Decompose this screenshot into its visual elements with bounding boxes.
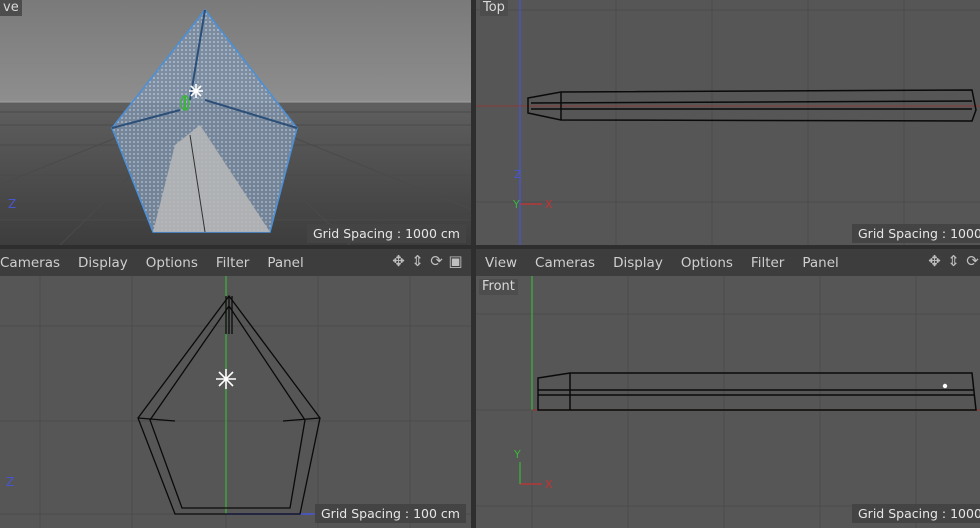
view-axis-gizmo-front: X Y <box>513 448 553 491</box>
x-axis-label: X <box>545 198 553 211</box>
grid-spacing-perspective: Grid Spacing : 1000 cm <box>307 224 466 243</box>
z-axis-label: Z <box>6 475 14 489</box>
menu-filter[interactable]: Filter <box>751 255 784 271</box>
viewport-label-perspective: ve <box>0 0 22 16</box>
top-scene: X Y Z <box>476 0 980 245</box>
viewport-label-top: Top <box>480 0 508 16</box>
zoom-view-icon[interactable]: ⇕ <box>945 253 962 270</box>
menu-panel[interactable]: Panel <box>802 255 838 271</box>
zoom-view-icon[interactable]: ⇕ <box>409 253 426 270</box>
grid-spacing-right: Grid Spacing : 100 cm <box>315 504 466 523</box>
right-scene: Z <box>0 276 471 528</box>
move-view-icon[interactable]: ✥ <box>926 253 943 270</box>
y-axis-label: Y <box>513 448 521 461</box>
y-axis-label: Y <box>512 198 520 211</box>
move-view-icon[interactable]: ✥ <box>390 253 407 270</box>
menu-options[interactable]: Options <box>681 255 733 271</box>
viewport-label-front: Front <box>479 279 518 295</box>
menu-display[interactable]: Display <box>613 255 663 271</box>
viewport-menubar-right: Cameras Display Options Filter Panel ✥ ⇕… <box>0 249 471 276</box>
grid-spacing-front: Grid Spacing : 1000 <box>852 504 980 523</box>
menu-view[interactable]: View <box>485 255 517 271</box>
perspective-viewport[interactable]: Z ve Grid Spacing : 1000 cm <box>0 0 471 245</box>
object-pivot-point[interactable] <box>942 383 948 389</box>
grid-spacing-top: Grid Spacing : 1000 <box>852 224 980 243</box>
z-axis-label: Z <box>8 197 16 211</box>
cinema4d-viewport-layout: Z ve Grid Spacing : 1000 cm X Y Z Top Gr… <box>0 0 980 528</box>
menu-options[interactable]: Options <box>146 255 198 271</box>
light-star-icon[interactable] <box>189 84 203 98</box>
view-axis-gizmo-top: X Y Z <box>512 168 553 211</box>
prism-front-view[interactable] <box>537 372 977 411</box>
prism-side-view[interactable] <box>137 294 321 515</box>
toggle-panel-icon[interactable]: ▣ <box>447 253 464 270</box>
rotate-view-icon[interactable]: ⟳ <box>964 253 980 270</box>
x-axis-label: X <box>545 478 553 491</box>
front-scene: X Y <box>476 276 980 528</box>
menu-cameras[interactable]: Cameras <box>0 255 60 271</box>
viewport-menubar-front: View Cameras Display Options Filter Pane… <box>476 249 980 276</box>
right-viewport[interactable]: Z Grid Spacing : 100 cm <box>0 276 471 528</box>
light-star-icon[interactable] <box>216 369 236 389</box>
top-viewport[interactable]: X Y Z Top Grid Spacing : 1000 <box>476 0 980 245</box>
perspective-scene: Z <box>0 0 471 245</box>
menu-display[interactable]: Display <box>78 255 128 271</box>
menu-filter[interactable]: Filter <box>216 255 249 271</box>
front-viewport[interactable]: X Y Front Grid Spacing : 1000 <box>476 276 980 528</box>
rotate-view-icon[interactable]: ⟳ <box>428 253 445 270</box>
grid-lines <box>0 276 471 528</box>
z-axis-label: Z <box>514 168 522 181</box>
menu-panel[interactable]: Panel <box>267 255 303 271</box>
menu-cameras[interactable]: Cameras <box>535 255 595 271</box>
